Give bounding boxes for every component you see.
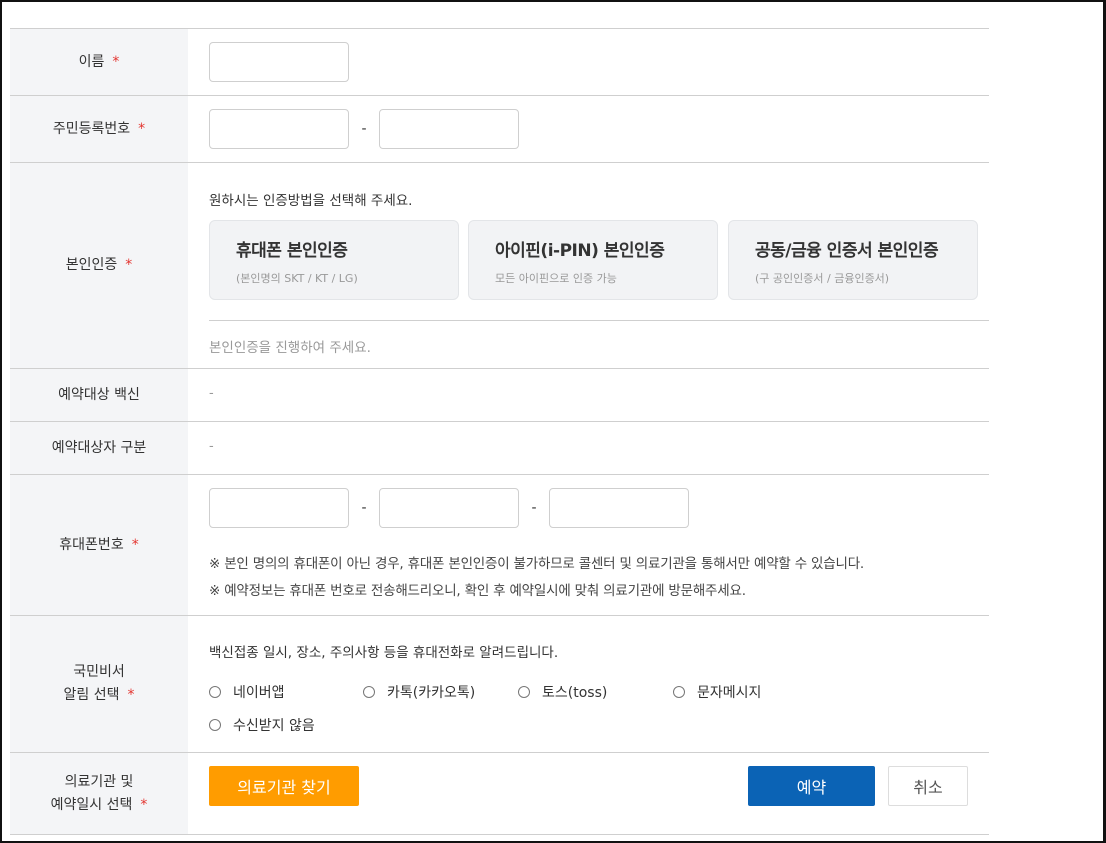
vaccine-value: - — [188, 369, 989, 421]
auth-divider — [209, 320, 989, 321]
radio-icon[interactable] — [209, 719, 221, 731]
notify-option-naver[interactable]: 네이버앱 — [209, 682, 285, 702]
phone-note-2: ※ 예약정보는 휴대폰 번호로 전송해드리오니, 확인 후 예약일시에 맞춰 의… — [209, 583, 746, 599]
notify-value: 백신접종 일시, 장소, 주의사항 등을 휴대전화로 알려드립니다. 네이버앱 … — [188, 616, 989, 752]
ssn-value: - — [188, 96, 989, 162]
notify-option-kakao[interactable]: 카톡(카카오톡) — [363, 682, 475, 702]
target-row: 예약대상자 구분 - — [10, 422, 989, 475]
phone-value: - - ※ 본인 명의의 휴대폰이 아닌 경우, 휴대폰 본인인증이 불가하므로 … — [188, 475, 989, 615]
certificate-auth-subtitle: (구 공인인증서 / 금융인증서) — [755, 272, 890, 285]
mobile-auth-title: 휴대폰 본인인증 — [236, 241, 348, 261]
auth-status: 본인인증을 진행하여 주세요. — [209, 340, 371, 356]
phone-part1-input[interactable] — [209, 488, 349, 528]
ssn-row: 주민등록번호 * - — [10, 96, 989, 163]
ssn-front-input[interactable] — [209, 109, 349, 149]
name-value — [188, 29, 989, 95]
notify-description: 백신접종 일시, 장소, 주의사항 등을 휴대전화로 알려드립니다. — [209, 645, 559, 661]
phone-separator: - — [531, 500, 537, 516]
notify-option-label: 토스(toss) — [542, 685, 608, 701]
notify-row: 국민비서 알림 선택 * 백신접종 일시, 장소, 주의사항 등을 휴대전화로 알… — [10, 616, 989, 753]
notify-label-line1: 국민비서 — [73, 664, 125, 680]
name-label: 이름 * — [10, 29, 188, 95]
mobile-auth-subtitle: (본인명의 SKT / KT / LG) — [236, 272, 358, 285]
hospital-label: 의료기관 및 예약일시 선택 * — [10, 753, 188, 834]
required-mark: * — [131, 536, 139, 553]
certificate-auth-button[interactable]: 공동/금융 인증서 본인인증 (구 공인인증서 / 금융인증서) — [728, 220, 978, 300]
auth-label: 본인인증 * — [10, 163, 188, 368]
reserve-button[interactable]: 예약 — [748, 766, 875, 806]
name-label-text: 이름 — [78, 53, 105, 70]
required-mark: * — [127, 687, 135, 703]
name-input[interactable] — [209, 42, 349, 82]
radio-icon[interactable] — [673, 686, 685, 698]
phone-row: 휴대폰번호 * - - ※ 본인 명의의 휴대폰이 아닌 경우, 휴대폰 본인인증이… — [10, 475, 989, 616]
auth-instruction: 원하시는 인증방법을 선택해 주세요. — [209, 193, 413, 209]
notify-option-label: 문자메시지 — [697, 685, 762, 701]
required-mark: * — [125, 257, 133, 273]
ipin-auth-title: 아이핀(i-PIN) 본인인증 — [495, 241, 665, 261]
auth-value: 원하시는 인증방법을 선택해 주세요. 휴대폰 본인인증 (본인명의 SKT /… — [188, 163, 989, 368]
hospital-label-line2: 예약일시 선택 — [50, 796, 133, 813]
find-hospital-button[interactable]: 의료기관 찾기 — [209, 766, 359, 806]
auth-row: 본인인증 * 원하시는 인증방법을 선택해 주세요. 휴대폰 본인인증 (본인명의… — [10, 163, 989, 369]
phone-label: 휴대폰번호 * — [10, 475, 188, 615]
reservation-form: 이름 * 주민등록번호 * - 본인인증 * 원하시는 인증방법을 선택해 주세요. … — [10, 28, 989, 835]
required-mark: * — [140, 796, 148, 813]
vaccine-value-text: - — [209, 386, 214, 401]
ipin-auth-subtitle: 모든 아이핀으로 인증 가능 — [495, 272, 617, 285]
hospital-value: 의료기관 찾기 예약 취소 — [188, 753, 989, 834]
mobile-auth-button[interactable]: 휴대폰 본인인증 (본인명의 SKT / KT / LG) — [209, 220, 459, 300]
target-value-text: - — [209, 439, 214, 454]
phone-part3-input[interactable] — [549, 488, 689, 528]
notify-option-sms[interactable]: 문자메시지 — [673, 682, 761, 702]
target-value: - — [188, 422, 989, 474]
target-label: 예약대상자 구분 — [10, 422, 188, 474]
notify-label: 국민비서 알림 선택 * — [10, 616, 188, 752]
ssn-label-text: 주민등록번호 — [52, 120, 131, 137]
notify-option-toss[interactable]: 토스(toss) — [518, 682, 607, 702]
required-mark: * — [138, 120, 146, 137]
radio-icon[interactable] — [518, 686, 530, 698]
required-mark: * — [112, 53, 120, 70]
notify-option-label: 수신받지 않음 — [233, 718, 315, 734]
notify-label-line2: 알림 선택 — [63, 687, 120, 703]
radio-icon[interactable] — [209, 686, 221, 698]
hospital-label-line1: 의료기관 및 — [64, 773, 134, 790]
radio-icon[interactable] — [363, 686, 375, 698]
vaccine-row: 예약대상 백신 - — [10, 369, 989, 422]
certificate-auth-title: 공동/금융 인증서 본인인증 — [755, 241, 939, 261]
vaccine-label: 예약대상 백신 — [10, 369, 188, 421]
phone-label-text: 휴대폰번호 — [59, 536, 124, 553]
ssn-label: 주민등록번호 * — [10, 96, 188, 162]
phone-separator: - — [361, 500, 367, 516]
phone-note-1: ※ 본인 명의의 휴대폰이 아닌 경우, 휴대폰 본인인증이 불가하므로 콜센터… — [209, 556, 865, 572]
notify-option-none[interactable]: 수신받지 않음 — [209, 715, 315, 735]
cancel-button[interactable]: 취소 — [888, 766, 968, 806]
notify-option-label: 네이버앱 — [233, 685, 285, 701]
hospital-row: 의료기관 및 예약일시 선택 * 의료기관 찾기 예약 취소 — [10, 753, 989, 835]
ssn-back-input[interactable] — [379, 109, 519, 149]
auth-label-text: 본인인증 — [65, 257, 118, 273]
phone-part2-input[interactable] — [379, 488, 519, 528]
ssn-separator: - — [361, 121, 367, 137]
name-row: 이름 * — [10, 29, 989, 96]
notify-option-label: 카톡(카카오톡) — [387, 685, 476, 701]
ipin-auth-button[interactable]: 아이핀(i-PIN) 본인인증 모든 아이핀으로 인증 가능 — [468, 220, 718, 300]
